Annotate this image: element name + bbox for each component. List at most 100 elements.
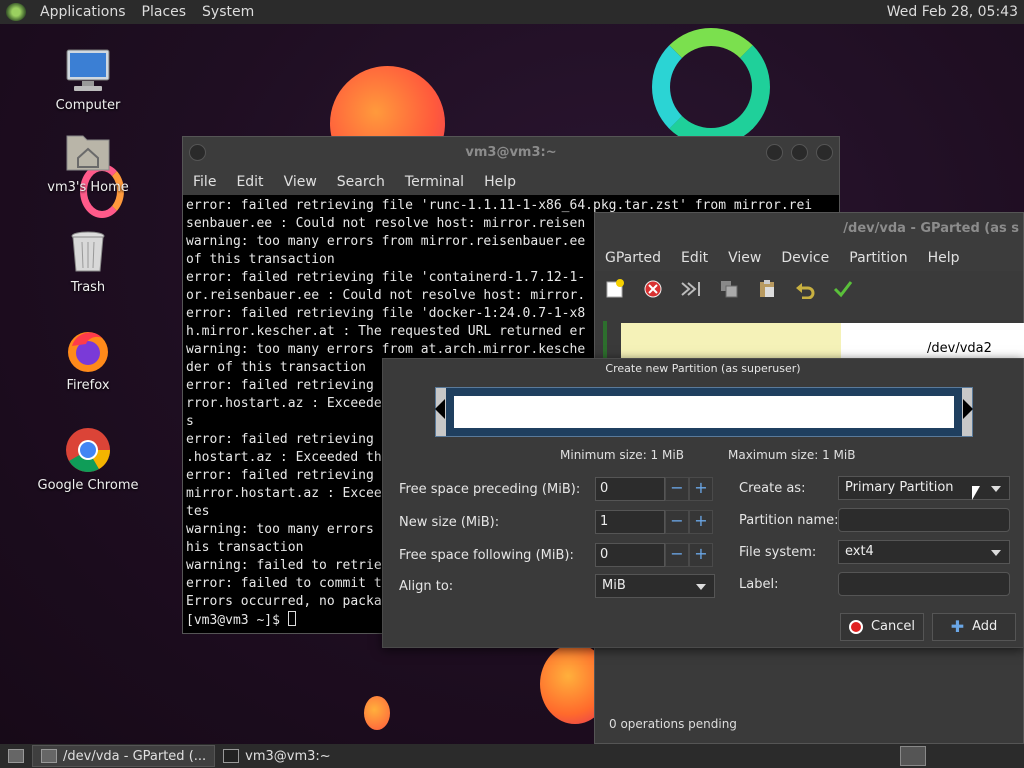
partition-name-input[interactable] [838, 508, 1010, 532]
file-system-value: ext4 [845, 544, 874, 559]
gparted-menu-gparted[interactable]: GParted [595, 250, 671, 266]
close-button[interactable] [816, 144, 833, 161]
plus-icon[interactable]: + [689, 477, 713, 501]
home-folder-icon [64, 128, 112, 176]
label-label: Label: [739, 577, 779, 592]
distro-logo-icon[interactable] [6, 3, 26, 21]
taskbar-item-label: /dev/vda - GParted (... [63, 748, 207, 764]
desktop-icon-firefox[interactable]: Firefox [33, 326, 143, 393]
window-menu-button[interactable] [189, 144, 206, 161]
taskbar-item-terminal[interactable]: vm3@vm3:~ [215, 745, 339, 767]
maximum-size-text: Maximum size: 1 MiB [728, 448, 856, 462]
partition-name-label: Partition name: [739, 513, 839, 528]
align-label: Align to: [399, 579, 454, 594]
minus-icon[interactable]: − [665, 510, 689, 534]
partition-graph[interactable]: /dev/vda2 [603, 321, 1024, 361]
terminal-menu-search[interactable]: Search [327, 174, 395, 190]
minus-icon[interactable]: − [665, 477, 689, 501]
paste-icon[interactable] [755, 278, 779, 300]
desktop-icon-label: Trash [70, 280, 106, 295]
menu-system[interactable]: System [194, 0, 262, 24]
file-system-label: File system: [739, 545, 817, 560]
gparted-menu-device[interactable]: Device [771, 250, 839, 266]
arrow-right-icon[interactable] [963, 399, 973, 419]
minimum-size-text: Minimum size: 1 MiB [560, 448, 684, 462]
apply-icon[interactable] [831, 278, 855, 300]
partition-block-selected[interactable] [621, 323, 841, 359]
desktop-icon-label: Firefox [66, 378, 110, 393]
terminal-prompt: [vm3@vm3 ~]$ [186, 613, 288, 628]
create-as-dropdown[interactable]: Primary Partition [838, 476, 1010, 500]
desktop-icon-label: Google Chrome [37, 478, 139, 493]
create-as-label: Create as: [739, 481, 806, 496]
free-following-label: Free space following (MiB): [399, 548, 574, 563]
menu-applications[interactable]: Applications [32, 0, 134, 24]
terminal-menu-view[interactable]: View [274, 174, 327, 190]
chrome-icon [64, 426, 112, 474]
chevron-down-icon [991, 550, 1001, 556]
free-following-input[interactable]: 0 [595, 543, 665, 567]
free-following-spinner[interactable]: 0 − + [595, 543, 715, 567]
dialog-title: Create new Partition (as superuser) [605, 362, 801, 375]
firefox-icon [64, 326, 112, 374]
desktop-icon-label: vm3's Home [47, 180, 129, 195]
wallpaper-green-ring [652, 28, 770, 146]
desktop-icon-chrome[interactable]: Google Chrome [33, 426, 143, 493]
taskbar-item-gparted[interactable]: /dev/vda - GParted (... [32, 745, 216, 767]
terminal-menu-terminal[interactable]: Terminal [395, 174, 474, 190]
new-size-spinner[interactable]: 1 − + [595, 510, 715, 534]
terminal-app-icon [223, 749, 240, 763]
panel-clock[interactable]: Wed Feb 28, 05:43 [887, 0, 1018, 24]
desktop-icon-label: Computer [55, 98, 121, 113]
new-partition-icon[interactable] [603, 278, 627, 300]
terminal-title: vm3@vm3:~ [465, 145, 557, 160]
plus-icon: ✚ [950, 617, 965, 636]
menu-places[interactable]: Places [134, 0, 195, 24]
add-button-label: Add [972, 619, 998, 634]
free-preceding-input[interactable]: 0 [595, 477, 665, 501]
gparted-menu-view[interactable]: View [718, 250, 771, 266]
arrow-left-icon[interactable] [435, 399, 445, 419]
new-size-input[interactable]: 1 [595, 510, 665, 534]
bottom-taskbar: /dev/vda - GParted (... vm3@vm3:~ [0, 744, 1024, 768]
resize-icon[interactable] [679, 278, 703, 300]
partition-label: /dev/vda2 [927, 341, 992, 356]
align-value: MiB [602, 578, 626, 593]
terminal-menu-help[interactable]: Help [474, 174, 526, 190]
cancel-button[interactable]: Cancel [840, 613, 924, 641]
terminal-titlebar[interactable]: vm3@vm3:~ [183, 137, 839, 169]
partition-size-bar[interactable] [435, 387, 973, 437]
undo-icon[interactable] [793, 278, 817, 300]
terminal-menu-file[interactable]: File [183, 174, 226, 190]
minus-icon[interactable]: − [665, 543, 689, 567]
chevron-down-icon [991, 486, 1001, 492]
plus-icon[interactable]: + [689, 543, 713, 567]
chevron-down-icon [696, 584, 706, 590]
desktop-icon-home[interactable]: vm3's Home [33, 128, 143, 195]
size-bar-fill [454, 396, 954, 428]
new-size-label: New size (MiB): [399, 515, 500, 530]
show-desktop-button[interactable] [0, 745, 32, 767]
gparted-toolbar [595, 271, 1023, 307]
add-button[interactable]: ✚ Add [932, 613, 1016, 641]
label-input[interactable] [838, 572, 1010, 596]
create-partition-dialog[interactable]: Create new Partition (as superuser) Mini… [382, 358, 1024, 648]
delete-icon[interactable] [641, 278, 665, 300]
plus-icon[interactable]: + [689, 510, 713, 534]
desktop-icon-computer[interactable]: Computer [33, 46, 143, 113]
minimize-button[interactable] [766, 144, 783, 161]
gparted-menu-partition[interactable]: Partition [839, 250, 917, 266]
file-system-dropdown[interactable]: ext4 [838, 540, 1010, 564]
desktop-icon-trash[interactable]: Trash [33, 228, 143, 295]
copy-icon[interactable] [717, 278, 741, 300]
gparted-titlebar[interactable]: /dev/vda - GParted (as s [595, 213, 1023, 245]
workspace-switcher[interactable] [900, 746, 926, 766]
terminal-menu-edit[interactable]: Edit [226, 174, 273, 190]
partition-block-vda2[interactable]: /dev/vda2 [841, 323, 1024, 359]
align-dropdown[interactable]: MiB [595, 574, 715, 598]
free-preceding-spinner[interactable]: 0 − + [595, 477, 715, 501]
gparted-menu-help[interactable]: Help [918, 250, 970, 266]
trash-icon [64, 228, 112, 276]
maximize-button[interactable] [791, 144, 808, 161]
gparted-menu-edit[interactable]: Edit [671, 250, 718, 266]
